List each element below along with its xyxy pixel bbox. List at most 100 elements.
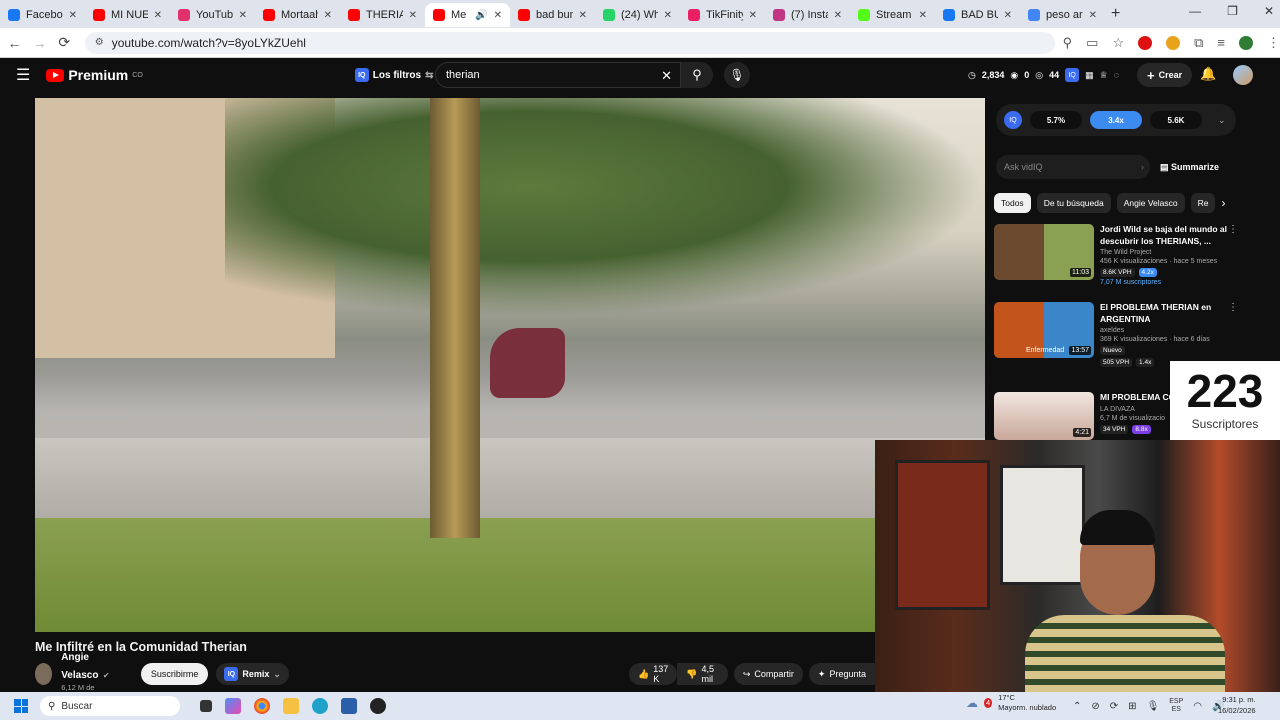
extensions-icon[interactable]: ⧉ xyxy=(1194,35,1203,51)
task-view-icon[interactable] xyxy=(200,700,212,712)
share-button[interactable]: ↪ Compartir xyxy=(733,663,803,685)
microphone-tray-icon[interactable]: 🎙 xyxy=(1147,701,1160,712)
rec-channel[interactable]: axeldes xyxy=(1100,327,1228,334)
vidiq-pill-engagement[interactable]: 5.7% xyxy=(1030,111,1082,129)
tab-audio-icon[interactable]: 🔊 xyxy=(475,10,487,21)
color-extension-icon[interactable] xyxy=(1166,35,1181,50)
edge-icon[interactable] xyxy=(312,698,328,714)
like-button[interactable]: 👍 137 K xyxy=(628,663,678,685)
copilot-icon[interactable] xyxy=(225,698,241,714)
browser-tab[interactable]: THERIANS ✕ xyxy=(340,3,425,27)
channel-name[interactable]: Angie Velasco xyxy=(61,652,98,681)
file-explorer-icon[interactable] xyxy=(283,698,299,714)
profile-avatar-icon[interactable] xyxy=(1239,35,1253,50)
chat-icon[interactable]: ◌ xyxy=(1114,70,1119,80)
forward-icon[interactable]: → xyxy=(29,35,50,51)
maximize-icon[interactable]: ❐ xyxy=(1227,4,1238,18)
url-input[interactable]: ⚙ youtube.com/watch?v=8yoLYkZUehl xyxy=(84,31,1055,54)
create-button[interactable]: + Crear xyxy=(1137,63,1193,87)
filters-button[interactable]: IQ Los filtros ⇆ xyxy=(354,68,434,82)
browser-tab[interactable]: MI NUEVO ✕ xyxy=(85,3,170,27)
tab-close-icon[interactable]: ✕ xyxy=(154,10,162,21)
list-item[interactable]: 11:03 Jordi Wild se baja del mundo al de… xyxy=(994,224,1244,286)
video-player[interactable] xyxy=(35,98,985,632)
browser-menu-icon[interactable]: ⋮ xyxy=(1267,35,1280,51)
thumbnail[interactable]: 4:21 xyxy=(994,392,1094,440)
tab-close-icon[interactable]: ✕ xyxy=(239,10,247,21)
rec-title[interactable]: El PROBLEMA THERIAN en ARGENTINA xyxy=(1100,302,1228,325)
thumbnail[interactable]: 11:03 xyxy=(994,224,1094,280)
browser-tab[interactable]: YouTube I ✕ xyxy=(170,3,255,27)
tab-close-icon[interactable]: ✕ xyxy=(834,10,842,21)
youtube-logo[interactable]: Premium CO xyxy=(46,67,143,83)
taskbar-search-input[interactable]: ⚲ Buscar xyxy=(40,696,180,716)
trophy-icon[interactable]: ♕ xyxy=(1100,70,1108,81)
obs-icon[interactable] xyxy=(370,698,386,714)
store-icon[interactable] xyxy=(341,698,357,714)
tab-close-icon[interactable]: ✕ xyxy=(409,10,417,21)
vidiq-pill-multiplier[interactable]: 3.4x xyxy=(1090,111,1142,129)
chip-busqueda[interactable]: De tu búsqueda xyxy=(1036,193,1111,213)
rec-title[interactable]: Jordi Wild se baja del mundo al descubri… xyxy=(1100,224,1228,247)
chips-next-icon[interactable]: › xyxy=(1221,196,1225,210)
zoom-icon[interactable]: ⚲ xyxy=(1063,35,1073,51)
vidiq-header-icon[interactable]: IQ xyxy=(1065,68,1080,82)
ask-vidiq-input[interactable]: Ask vidIQ › xyxy=(996,155,1150,179)
reload-icon[interactable]: ⟳ xyxy=(54,34,75,51)
wifi-icon[interactable]: ◠ xyxy=(1193,701,1202,712)
vidiq-expand-icon[interactable]: ⌄ xyxy=(1218,115,1226,126)
windows-start-icon[interactable] xyxy=(14,699,28,713)
tray-network-icon[interactable]: ⊞ xyxy=(1128,701,1136,712)
bookmark-star-icon[interactable]: ☆ xyxy=(1112,35,1124,51)
tray-chevron-icon[interactable]: ⌃ xyxy=(1073,701,1081,712)
subscribe-button[interactable]: Suscribirme xyxy=(140,663,209,685)
grid-icon[interactable]: ▦ xyxy=(1085,70,1094,81)
user-avatar[interactable] xyxy=(1233,65,1253,85)
minimize-icon[interactable]: — xyxy=(1189,4,1201,18)
browser-tab[interactable]: Me Infi 🔊 ✕ xyxy=(425,3,510,27)
chrome-icon[interactable] xyxy=(254,698,270,714)
tab-close-icon[interactable]: ✕ xyxy=(69,10,77,21)
browser-tab[interactable]: (24) What ✕ xyxy=(595,3,680,27)
back-icon[interactable]: ← xyxy=(4,35,25,51)
tab-close-icon[interactable]: ✕ xyxy=(324,10,332,21)
hamburger-menu-icon[interactable]: ☰ xyxy=(16,65,30,85)
chip-channel[interactable]: Angie Velasco xyxy=(1116,193,1185,213)
clear-search-icon[interactable]: ✕ xyxy=(661,68,672,84)
tray-hide-icon[interactable]: ⊘ xyxy=(1091,701,1099,712)
language-indicator[interactable]: ESP ES xyxy=(1169,698,1183,714)
search-input[interactable]: therian ✕ xyxy=(435,62,681,88)
system-clock[interactable]: 9:31 p. m. 16/02/2026 xyxy=(1218,694,1256,716)
browser-tab[interactable]: Stream - K ✕ xyxy=(850,3,935,27)
tab-close-icon[interactable]: ✕ xyxy=(749,10,757,21)
channel-avatar[interactable] xyxy=(35,663,53,685)
tab-close-icon[interactable]: ✕ xyxy=(494,10,502,21)
tab-close-icon[interactable]: ✕ xyxy=(1004,10,1012,21)
new-tab-icon[interactable]: + xyxy=(1111,5,1120,23)
browser-tab[interactable]: Mortaah - ✕ xyxy=(255,3,340,27)
tab-close-icon[interactable]: ✕ xyxy=(664,10,672,21)
list-item[interactable]: Enfermedad 13:57 El PROBLEMA THERIAN en … xyxy=(994,302,1244,367)
browser-tab[interactable]: TikFinity ✕ xyxy=(680,3,765,27)
vidiq-pill-vph[interactable]: 5.6K xyxy=(1150,111,1202,129)
browser-tab[interactable]: BAD BUN ✕ xyxy=(935,3,1020,27)
opera-extension-icon[interactable] xyxy=(1138,35,1153,50)
dislike-button[interactable]: 👎 4,5 mil xyxy=(677,663,728,685)
cast-icon[interactable]: ▭ xyxy=(1086,35,1098,51)
chip-more[interactable]: Re xyxy=(1190,193,1216,213)
chip-todos[interactable]: Todos xyxy=(994,193,1031,213)
tab-close-icon[interactable]: ✕ xyxy=(579,10,587,21)
voice-search-button[interactable]: 🎙 xyxy=(724,62,750,88)
more-options-icon[interactable]: ⋮ xyxy=(1228,224,1238,235)
browser-tab[interactable]: (7) Instag ✕ xyxy=(765,3,850,27)
notifications-bell-icon[interactable]: 🔔 xyxy=(1200,66,1216,82)
thumbnail[interactable]: Enfermedad 13:57 xyxy=(994,302,1094,358)
close-window-icon[interactable]: ✕ xyxy=(1264,4,1274,18)
search-button[interactable]: ⚲ xyxy=(681,62,713,88)
ask-send-icon[interactable]: › xyxy=(1141,162,1144,172)
tab-close-icon[interactable]: ✕ xyxy=(919,10,927,21)
remix-button[interactable]: IQ Remix ⌄ xyxy=(216,663,289,685)
browser-tab[interactable]: peso arge ✕ xyxy=(1020,3,1105,27)
more-options-icon[interactable]: ⋮ xyxy=(1228,302,1238,313)
tray-app-icon[interactable]: ⟳ xyxy=(1110,701,1118,712)
